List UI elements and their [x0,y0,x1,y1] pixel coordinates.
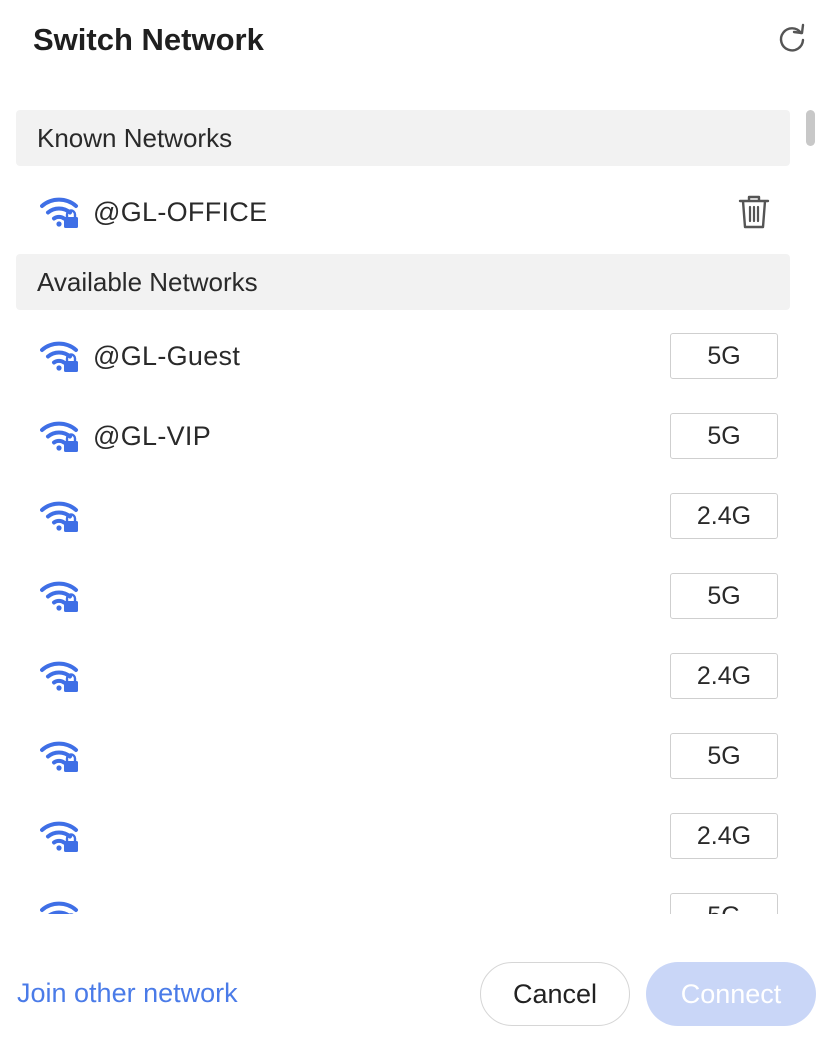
wifi-lock-icon [40,901,80,914]
network-list: Known Networks @GL-OFFICE Available Netw… [0,110,832,914]
available-networks-header-label: Available Networks [37,266,258,297]
band-badge: 2.4G [670,493,778,539]
refresh-icon [779,23,805,52]
wifi-lock-icon [40,501,80,533]
wifi-lock-icon [40,341,80,373]
forget-network-button[interactable] [734,192,774,232]
refresh-button[interactable] [774,20,810,56]
network-ssid: @GL-VIP [93,420,212,451]
wifi-lock-icon [40,421,80,453]
known-networks-header-label: Known Networks [37,122,233,153]
available-network-row[interactable]: 2.4G [0,796,800,876]
band-badge: 5G [670,573,778,619]
available-network-row[interactable]: @GL-VIP 5G [0,396,800,476]
band-badge: 2.4G [670,813,778,859]
band-badge: 5G [670,733,778,779]
wifi-lock-icon [40,741,80,773]
available-network-row[interactable]: 5G [0,716,800,796]
wifi-lock-icon [40,661,80,693]
band-badge: 5G [670,333,778,379]
available-network-row[interactable]: @GL-Guest 5G [0,316,800,396]
available-networks-header: Available Networks [16,254,790,310]
band-badge: 2.4G [670,653,778,699]
network-ssid: @GL-Guest [93,340,241,371]
available-network-row[interactable]: 5G [0,876,800,914]
network-ssid: @GL-OFFICE [93,196,268,227]
wifi-lock-icon [40,581,80,613]
band-badge: 5G [670,413,778,459]
wifi-lock-icon [40,821,80,853]
connect-button[interactable]: Connect [646,962,816,1026]
available-network-row[interactable]: 2.4G [0,636,800,716]
wifi-lock-icon [40,197,80,229]
band-badge: 5G [670,893,778,914]
join-other-network-link[interactable]: Join other network [17,978,238,1009]
cancel-button[interactable]: Cancel [480,962,630,1026]
available-network-row[interactable]: 5G [0,556,800,636]
trash-icon [738,195,770,229]
dialog-title: Switch Network [33,22,264,57]
known-network-row[interactable]: @GL-OFFICE [0,172,800,252]
known-networks-header: Known Networks [16,110,790,166]
available-network-row[interactable]: 2.4G [0,476,800,556]
